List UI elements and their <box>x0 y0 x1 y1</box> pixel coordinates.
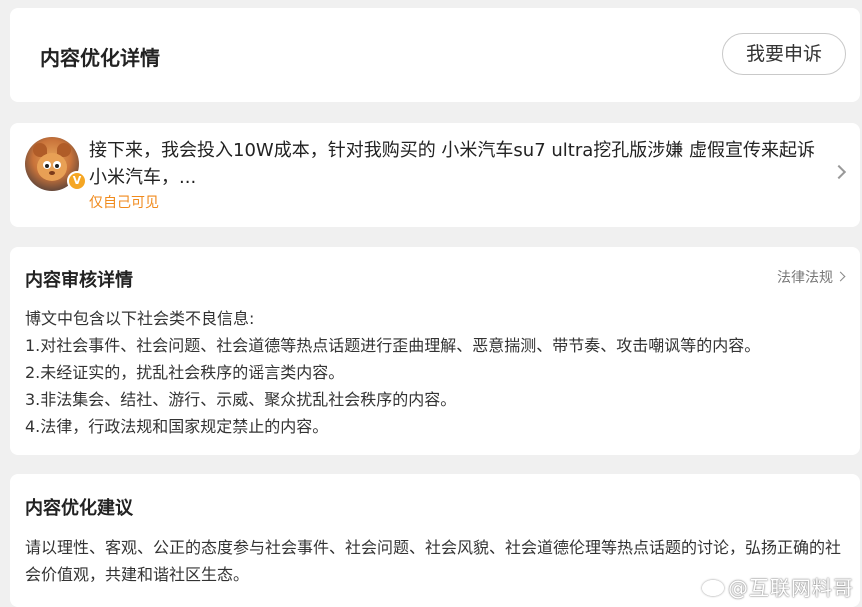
chevron-right-icon <box>831 164 847 180</box>
review-line: 3.非法集会、结社、游行、示威、聚众扰乱社会秩序的内容。 <box>25 390 457 409</box>
watermark-text: @互联网料哥 <box>728 576 854 600</box>
review-body: 博文中包含以下社会类不良信息: 1.对社会事件、社会问题、社会道德等热点话题进行… <box>25 305 855 440</box>
review-title: 内容审核详情 <box>25 270 133 291</box>
review-line: 4.法律，行政法规和国家规定禁止的内容。 <box>25 417 329 436</box>
page-title: 内容优化详情 <box>40 46 160 70</box>
visibility-label: 仅自己可见 <box>89 195 159 211</box>
watermark: @互联网料哥 <box>702 572 854 601</box>
page-header-card: 内容优化详情 我要申诉 <box>10 8 860 102</box>
weibo-icon <box>702 580 724 596</box>
appeal-button[interactable]: 我要申诉 <box>722 33 846 75</box>
post-excerpt: 接下来，我会投入10W成本，针对我购买的 小米汽车su7 ultra挖孔版涉嫌 … <box>89 140 815 188</box>
review-details-card: 内容审核详情 法律法规 博文中包含以下社会类不良信息: 1.对社会事件、社会问题… <box>10 247 860 455</box>
laws-link[interactable]: 法律法规 <box>777 267 846 287</box>
chevron-right-icon <box>835 271 846 282</box>
laws-link-label: 法律法规 <box>777 270 833 286</box>
suggestion-title: 内容优化建议 <box>25 498 133 519</box>
review-line: 1.对社会事件、社会问题、社会道德等热点话题进行歪曲理解、恶意揣测、带节奏、攻击… <box>25 336 761 355</box>
verified-badge-icon: V <box>67 171 87 191</box>
post-preview-card[interactable]: V 接下来，我会投入10W成本，针对我购买的 小米汽车su7 ultra挖孔版涉… <box>10 123 860 227</box>
review-line: 博文中包含以下社会类不良信息: <box>25 309 255 328</box>
review-line: 2.未经证实的，扰乱社会秩序的谣言类内容。 <box>25 363 345 382</box>
